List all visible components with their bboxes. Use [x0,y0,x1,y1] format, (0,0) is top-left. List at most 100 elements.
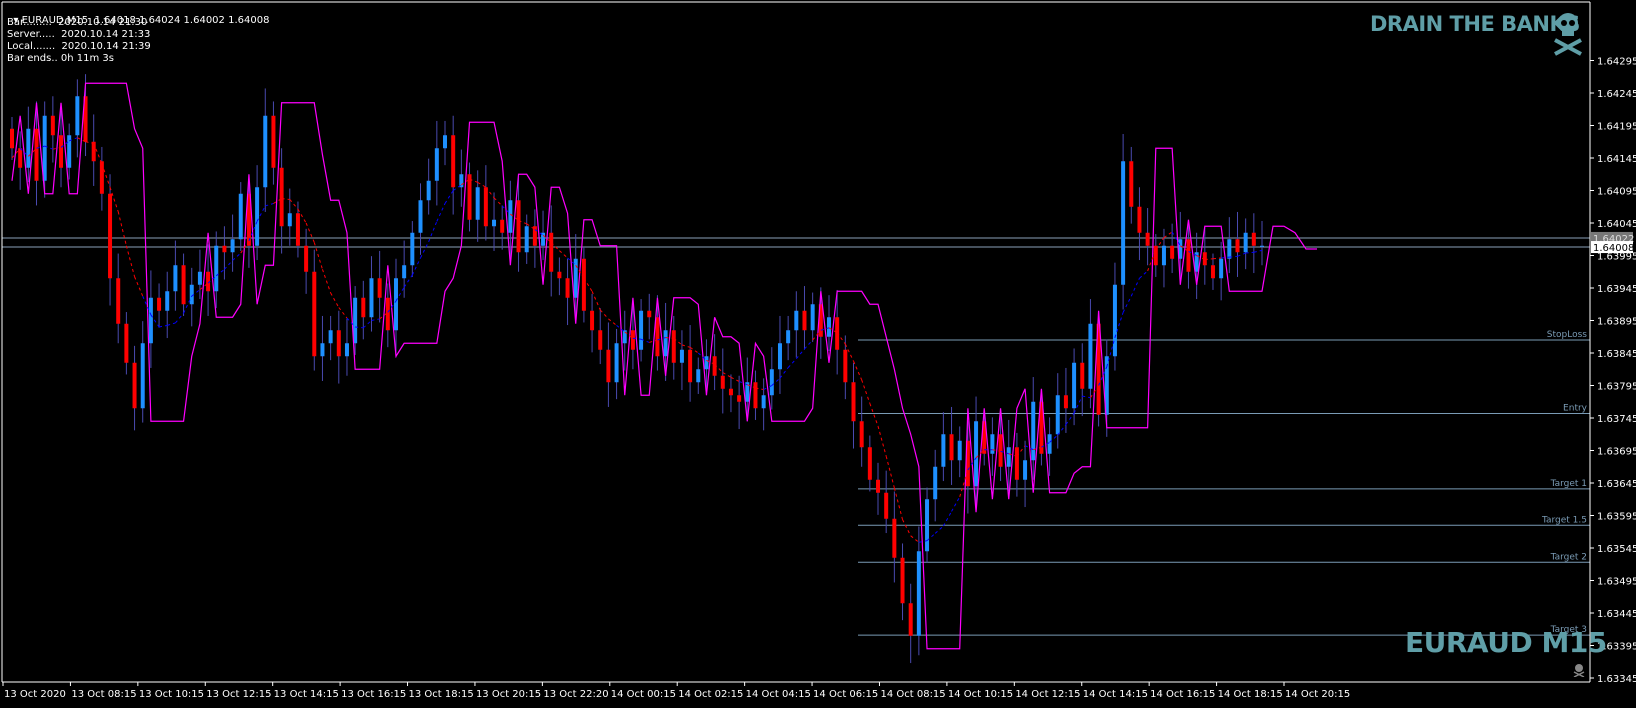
level-label: Target 1 [1550,479,1587,489]
y-tick-label: 1.64245 [1597,89,1636,100]
candle-body [328,330,333,344]
candle-body [222,245,227,253]
candle-body [336,330,341,357]
candle-body [1129,161,1134,207]
candle-body [614,343,619,383]
skull-crossbones-icon [1551,10,1585,56]
candle-body [1006,447,1011,467]
candle-body [369,278,374,318]
x-tick-label: 14 Oct 00:15 [611,689,676,700]
candle-body [590,310,595,331]
candle-body [1023,460,1028,480]
candle-body [1170,245,1175,259]
candle-body [1219,258,1224,279]
candle-body [1014,447,1019,480]
candle-body [720,375,725,389]
candle-body [826,317,831,337]
candle-body [1251,232,1256,246]
candle-body [908,603,913,636]
x-tick-label: 14 Oct 04:15 [746,689,811,700]
candle-body [810,304,815,331]
candle-body [344,343,349,357]
candle-body [1210,265,1215,279]
x-tick-label: 13 Oct 18:15 [409,689,474,700]
candle-body [884,492,889,519]
chart-svg[interactable]: StopLossEntryTarget 1Target 1.5Target 2T… [0,0,1636,704]
candle-body [10,128,14,149]
y-tick-label: 1.63545 [1597,544,1636,555]
y-tick-label: 1.63795 [1597,382,1636,393]
candle-body [140,343,145,409]
x-tick-label: 14 Oct 16:15 [1150,689,1215,700]
y-tick-label: 1.63745 [1597,414,1636,425]
candle-body [59,135,64,168]
candle-body [557,271,562,279]
candle-body [900,557,905,604]
candle-body [1186,239,1191,272]
candle-body [1227,239,1232,259]
candle-body [467,174,472,220]
candle-body [753,382,758,409]
price-chart[interactable]: StopLoss Entry Target 1 Target 1.5 Target 2T… [0,0,1636,708]
x-tick-label: 14 Oct 20:15 [1285,689,1350,700]
candle-body [516,200,521,253]
x-tick-label: 13 Oct 16:15 [341,689,406,700]
candle-body [647,310,652,318]
candle-body [1153,245,1158,266]
level-label: Target 2 [1550,552,1587,562]
candle-body [737,395,742,402]
x-tick-label: 13 Oct 10:15 [139,689,204,700]
candle-body [1080,362,1085,389]
candle-body [761,395,766,409]
bar-ends-line: Bar ends.. 0h 11m 3s [7,53,114,64]
candle-body [508,200,513,233]
candle-body [214,245,219,292]
candle-body [312,271,317,357]
candle-body [255,187,260,246]
candle-body [483,187,488,227]
candle-body [1145,232,1150,246]
local-time-line: Local....... 2020.10.14 21:39 [7,41,151,52]
candle-body [148,297,153,344]
x-tick-label: 13 Oct 08:15 [71,689,136,700]
candle-body [925,499,930,552]
candle-body [581,258,586,311]
candle-body [867,447,872,480]
candle-body [1260,245,1264,247]
candle-body [1243,232,1248,253]
candle-body [704,356,709,370]
candle-body [26,128,31,168]
candle-body [794,310,799,331]
y-tick-label: 1.63695 [1597,447,1636,458]
candle-body [304,245,309,272]
candle-body [1088,323,1093,389]
candle-body [941,434,946,467]
x-tick-label: 14 Oct 12:15 [1015,689,1080,700]
level-label: StopLoss [1547,330,1588,340]
y-tick-label: 1.64045 [1597,219,1636,230]
x-tick-label: 14 Oct 08:15 [880,689,945,700]
candle-body [475,187,480,220]
candle-body [851,382,856,422]
candle-body [34,128,39,181]
bar-time-line: Bar......... 2020.10.14 21:30 [7,17,148,28]
y-tick-label: 1.63895 [1597,317,1636,328]
candle-body [173,265,178,292]
candle-body [655,317,660,357]
candle-body [492,219,497,227]
candle-body [949,434,954,461]
y-tick-label: 1.63345 [1597,674,1636,685]
candle-body [279,167,284,227]
candle-body [974,421,979,487]
candle-body [1047,434,1052,454]
x-tick-label: 13 Oct 12:15 [206,689,271,700]
candle-body [933,466,938,500]
candle-body [295,213,300,246]
candle-body [663,330,668,357]
candle-body [271,115,276,168]
candle-body [1112,284,1117,357]
candle-body [630,330,635,350]
candle-body [230,239,235,253]
candle-body [876,479,881,493]
candle-body [320,343,325,357]
